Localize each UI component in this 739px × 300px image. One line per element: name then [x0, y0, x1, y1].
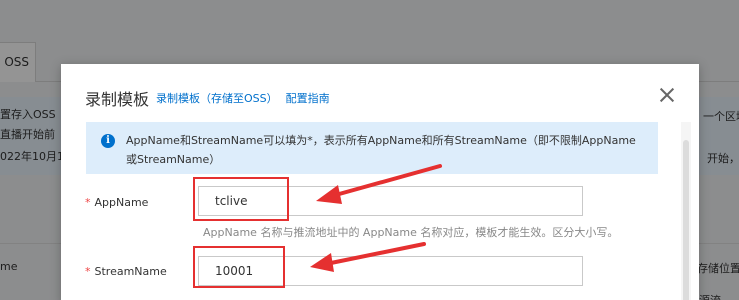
scrollbar-thumb[interactable] — [683, 140, 689, 300]
recording-template-dialog: 录制模板 录制模板（存储至OSS） 配置指南 i AppName和StreamN… — [61, 64, 699, 300]
info-icon: i — [101, 134, 115, 148]
close-icon[interactable] — [656, 84, 678, 106]
dialog-scrollbar[interactable] — [681, 122, 691, 300]
dialog-help-links: 录制模板（存储至OSS） 配置指南 — [156, 90, 330, 106]
stream-name-highlight-box — [193, 246, 285, 288]
app-name-hint: AppName 名称与推流地址中的 AppName 名称对应，模板才能生效。区分… — [203, 226, 619, 239]
required-mark: * — [85, 265, 91, 278]
stream-name-label: * StreamName — [85, 265, 167, 278]
app-name-label: * AppName — [85, 196, 148, 209]
notice-banner: i AppName和StreamName可以填为*，表示所有AppName和所有… — [86, 122, 658, 174]
notice-text: AppName和StreamName可以填为*，表示所有AppName和所有St… — [126, 134, 636, 166]
stream-name-label-text: StreamName — [94, 265, 167, 278]
app-name-highlight-box — [193, 177, 289, 221]
config-guide-link[interactable]: 配置指南 — [286, 90, 330, 106]
dialog-title: 录制模板 — [85, 90, 150, 109]
app-name-label-text: AppName — [94, 196, 149, 209]
required-mark: * — [85, 196, 91, 209]
recording-template-oss-link[interactable]: 录制模板（存储至OSS） — [156, 90, 278, 106]
